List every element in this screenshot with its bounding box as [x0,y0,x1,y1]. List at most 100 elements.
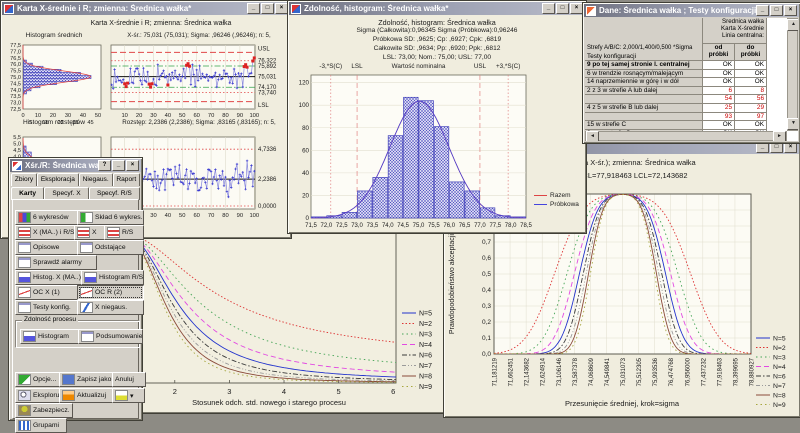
svg-text:N=4: N=4 [773,364,786,371]
button-label: X (MA..) i R/S [33,229,75,236]
svg-text:0,2: 0,2 [482,319,491,326]
xbar-r-window-titlebar[interactable]: Karta X-średnie i R; zmienna: Średnica w… [2,2,290,15]
button-eksploruj[interactable]: Eksploruj... [15,388,63,403]
button-odstające[interactable]: Odstające [77,240,144,255]
minimize-icon[interactable]: _ [112,160,125,171]
svg-text:72,0: 72,0 [321,223,333,229]
maximize-icon[interactable]: □ [770,5,783,16]
svg-text:N=2: N=2 [419,321,432,328]
button-label: Anuluj [115,376,134,383]
histogram-icon [84,272,97,283]
histogram-icon [18,272,31,283]
minimize-icon[interactable]: _ [542,3,555,14]
svg-text:N=5: N=5 [419,311,432,318]
table-cell-od: 93 [703,113,735,122]
svg-text:N=3: N=3 [773,355,786,362]
svg-text:30: 30 [150,213,156,219]
button-zapisz-jako[interactable]: Zapisz jako... [59,372,116,387]
capability-window-titlebar[interactable]: Zdolność, histogram: Średnica wałka* _ □… [289,2,585,15]
button-r-s[interactable]: R/S [104,225,144,240]
button-[interactable]: ▾ [112,388,145,403]
table-row-label: 4 z 5 w strefie B lub dalej [585,104,703,113]
button-anuluj[interactable]: Anuluj [112,372,146,387]
tab-eksploracja[interactable]: Eksploracja [37,173,79,186]
svg-text:76,956000: 76,956000 [685,357,691,386]
button-opisowe[interactable]: Opisowe [15,240,81,255]
svg-text:N=2: N=2 [773,345,786,352]
button-6-wykresów[interactable]: 6 wykresów [15,210,81,225]
button-zabezpiecz[interactable]: Zabezpiecz. [15,403,73,418]
tab-niegaus-[interactable]: Niegaus. [79,173,113,186]
dialog-titlebar[interactable]: Xśr./R: Średnica wałka: Arkusz9 ? _ × [10,159,141,172]
tab-raport[interactable]: Raport [113,173,140,186]
button-x-niegaus[interactable]: X niegaus. [77,300,144,315]
maximize-icon[interactable]: □ [556,3,569,14]
xbar-chart-icon [18,227,31,238]
button-x[interactable]: X [74,225,108,240]
horizontal-scrollbar[interactable]: ◄► [585,131,787,141]
vertical-scrollbar[interactable]: ▲▼ [787,18,798,131]
button-histogram[interactable]: Histogram [20,329,80,344]
button-x-ma-i-r-s[interactable]: X (MA..) i R/S [15,225,78,240]
svg-text:60: 60 [193,213,199,219]
button-opcje[interactable]: Opcje... [15,372,63,387]
scroll-down-icon[interactable]: ▼ [787,118,798,130]
close-icon[interactable]: × [126,160,139,171]
table-icon [18,257,31,268]
table-icon [18,242,31,253]
tests-window-titlebar[interactable]: Dane: Średnica wałka ; Testy konfiguracj… [584,4,799,17]
table-cell-od: 25 [703,104,735,113]
table-corner-header: Strefy A/B/C: 2,000/1,400/0,500 *SigmaTe… [585,18,703,61]
svg-text:77,0: 77,0 [10,49,21,55]
button-oc-r-2[interactable]: OC R (2) [77,285,144,300]
capability-top-axis-labels: -3,*S(C)LSLWartość nominalnaUSL+3,*S(C) [311,63,526,72]
tab-zbiory[interactable]: Zbiory [11,173,37,186]
button-label: X [92,229,97,236]
svg-text:74,068609: 74,068609 [589,357,595,386]
svg-text:4: 4 [282,387,286,396]
button-label: ▾ [130,392,133,400]
group-label: Zdolność procesu [22,316,78,323]
help-icon[interactable]: ? [98,160,111,171]
maximize-icon[interactable]: □ [261,3,274,14]
top-axis-label: Wartość nominalna [392,63,446,70]
button-label: Testy konfig. [33,304,71,311]
table-row-label: 6 w trendzie rosnącym/malejącym [585,70,703,79]
svg-text:76,5: 76,5 [10,56,21,62]
svg-text:76,0: 76,0 [443,223,455,229]
button-histog-x-ma[interactable]: Histog. X (MA..) [15,270,85,285]
svg-text:73,0: 73,0 [351,223,363,229]
svg-text:N=8: N=8 [773,393,786,400]
button-skład-6-wykres[interactable]: Skład 6 wykres. [77,210,144,225]
scroll-up-icon[interactable]: ▲ [787,19,798,31]
minimize-icon[interactable]: _ [247,3,260,14]
legend-swatch [534,195,547,196]
close-icon[interactable]: × [784,5,797,16]
button-grupami[interactable]: Grupami [15,418,67,433]
svg-text:N=4: N=4 [419,342,432,349]
capability-legend: RazemPróbkowa [534,191,584,209]
table-icon [18,302,31,313]
svg-text:74,5: 74,5 [10,81,21,87]
spreadsheet-window-icon [586,6,596,16]
button-sprawdź-alarmy[interactable]: Sprawdź alarmy [15,255,97,270]
button-testy-konfig[interactable]: Testy konfig. [15,300,81,315]
svg-text:76,0: 76,0 [10,62,21,68]
button-oc-x-1[interactable]: OC X (1) [15,285,81,300]
button-aktualizuj[interactable]: Aktualizuj [59,388,116,403]
button-podsumowanie[interactable]: Podsumowanie [78,329,143,344]
oc-curve-icon [80,287,93,298]
scroll-right-icon[interactable]: ► [773,131,786,141]
dialog-xbar-r: Xśr./R: Średnica wałka: Arkusz9 ? _ × Zb… [8,157,143,421]
dialog-icon [12,161,22,171]
xbar-control-chart: 102030405060708090100USL76,32275,89275,0… [107,43,291,127]
button-histogram-r-s[interactable]: Histogram R/S [81,270,144,285]
minimize-icon[interactable]: _ [756,5,769,16]
svg-text:77,5: 77,5 [10,43,21,49]
svg-text:75,993536: 75,993536 [653,357,659,386]
scroll-left-icon[interactable]: ◄ [586,131,599,141]
curve-icon [80,302,93,313]
svg-text:71,5: 71,5 [305,223,317,229]
svg-text:2,2386: 2,2386 [258,177,277,183]
magnifier-icon [18,390,31,401]
